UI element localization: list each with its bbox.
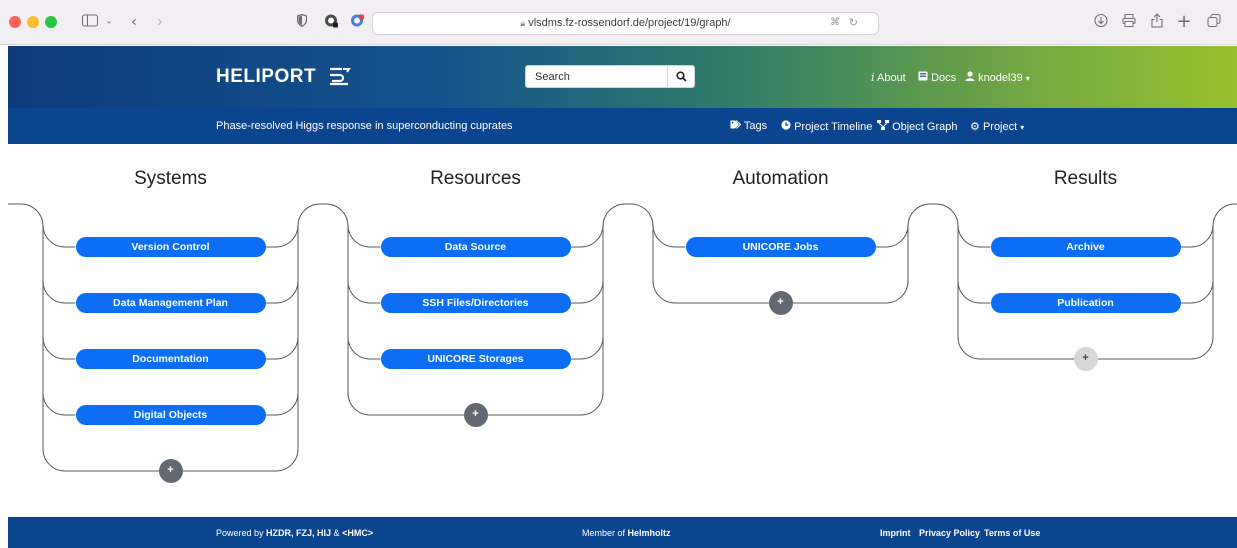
- footer-imprint-link[interactable]: Imprint: [880, 528, 911, 538]
- info-icon: i: [871, 71, 875, 84]
- add-systems-button[interactable]: +: [158, 459, 183, 483]
- about-link[interactable]: i About: [871, 71, 906, 84]
- book-icon: [918, 71, 928, 81]
- user-menu[interactable]: knodel39 ▾: [965, 71, 1030, 84]
- add-resources-button[interactable]: +: [463, 403, 488, 427]
- graph-node-documentation[interactable]: Documentation: [75, 349, 266, 369]
- graph-node-unicore-storages[interactable]: UNICORE Storages: [380, 349, 571, 369]
- add-results-button[interactable]: +: [1073, 347, 1098, 371]
- print-icon[interactable]: [1122, 14, 1136, 31]
- footer-powered-by: Powered by HZDR, FZJ, HIJ & <HMC>: [216, 528, 374, 538]
- graph-connectors: [8, 203, 1237, 472]
- translate-icon[interactable]: ⌘: [830, 17, 840, 28]
- column-title-results: Results: [1053, 168, 1118, 189]
- minimize-window-button[interactable]: [27, 16, 39, 28]
- reload-icon[interactable]: ↻: [849, 16, 858, 29]
- search-form: [525, 65, 695, 88]
- sidebar-icon[interactable]: [82, 14, 98, 30]
- footer-hmc-link[interactable]: <HMC>: [342, 528, 373, 538]
- docs-link[interactable]: Docs: [918, 71, 956, 84]
- search-icon: [676, 71, 687, 82]
- heliport-logo-icon[interactable]: [328, 66, 352, 91]
- share-icon[interactable]: [1151, 13, 1164, 31]
- browser-window: ⌄ ‹ › 🔒︎ vlsdms.fz-rossendorf.de/project…: [0, 0, 1237, 548]
- clock-icon: [781, 120, 791, 130]
- project-title[interactable]: Phase-resolved Higgs response in superco…: [216, 120, 513, 132]
- caret-down-icon: ▾: [1020, 123, 1025, 132]
- graph-node-data-management-plan[interactable]: Data Management Plan: [75, 293, 266, 313]
- close-window-button[interactable]: [9, 16, 21, 28]
- graph-node-digital-objects[interactable]: Digital Objects: [75, 405, 266, 425]
- tab-overview-icon[interactable]: [1207, 14, 1221, 31]
- extension-icon[interactable]: [324, 14, 338, 31]
- tags-link[interactable]: Tags: [730, 120, 767, 132]
- search-button[interactable]: [667, 65, 695, 88]
- brand-name[interactable]: HELIPORT: [216, 66, 316, 88]
- lock-icon: 🔒︎: [520, 18, 526, 28]
- graph-node-unicore-jobs[interactable]: UNICORE Jobs: [685, 237, 876, 257]
- extension-icon-2[interactable]: [350, 14, 364, 31]
- chevron-down-icon[interactable]: ⌄: [105, 17, 113, 27]
- column-title-automation: Automation: [732, 168, 829, 189]
- url-text: vlsdms.fz-rossendorf.de/project/19/graph…: [528, 17, 731, 29]
- caret-down-icon: ▾: [1025, 74, 1030, 83]
- gears-icon: ⚙: [970, 121, 980, 133]
- column-title-resources: Resources: [430, 168, 521, 189]
- column-title-systems: Systems: [134, 168, 207, 189]
- project-navbar: Phase-resolved Higgs response in superco…: [8, 108, 1237, 144]
- footer-helmholtz-link[interactable]: Helmholtz: [628, 528, 671, 538]
- privacy-shield-icon[interactable]: [296, 13, 308, 30]
- graph-icon: [877, 120, 889, 130]
- tags-icon: [730, 120, 742, 129]
- add-automation-button[interactable]: +: [768, 291, 793, 315]
- address-bar[interactable]: 🔒︎ vlsdms.fz-rossendorf.de/project/19/gr…: [372, 12, 879, 35]
- object-graph: Systems Version Control Data Management Pl…: [8, 144, 1237, 517]
- forward-icon[interactable]: ›: [157, 14, 163, 30]
- object-graph-link[interactable]: Object Graph: [877, 120, 957, 133]
- project-menu[interactable]: ⚙ Project ▾: [970, 120, 1024, 133]
- graph-node-data-source[interactable]: Data Source: [380, 237, 571, 257]
- graph-node-ssh-files-directories[interactable]: SSH Files/Directories: [380, 293, 571, 313]
- new-tab-icon[interactable]: +: [1176, 13, 1191, 31]
- footer-privacy-link[interactable]: Privacy Policy: [919, 528, 980, 538]
- back-icon[interactable]: ‹: [131, 14, 137, 30]
- zoom-window-button[interactable]: [45, 16, 57, 28]
- graph-node-archive[interactable]: Archive: [990, 237, 1181, 257]
- browser-toolbar: ⌄ ‹ › 🔒︎ vlsdms.fz-rossendorf.de/project…: [0, 0, 1237, 45]
- footer-orgs-link[interactable]: HZDR, FZJ, HIJ: [266, 528, 331, 538]
- graph-node-publication[interactable]: Publication: [990, 293, 1181, 313]
- user-icon: [965, 71, 975, 81]
- footer-terms-link[interactable]: Terms of Use: [984, 528, 1040, 538]
- graph-node-version-control[interactable]: Version Control: [75, 237, 266, 257]
- footer: Powered by HZDR, FZJ, HIJ & <HMC> Member…: [8, 517, 1237, 548]
- search-input[interactable]: [525, 65, 668, 88]
- footer-member-of: Member of Helmholtz: [582, 528, 671, 538]
- download-icon[interactable]: [1094, 13, 1108, 31]
- top-navbar: HELIPORT i About Docs knodel39: [8, 46, 1237, 108]
- project-timeline-link[interactable]: Project Timeline: [781, 120, 872, 133]
